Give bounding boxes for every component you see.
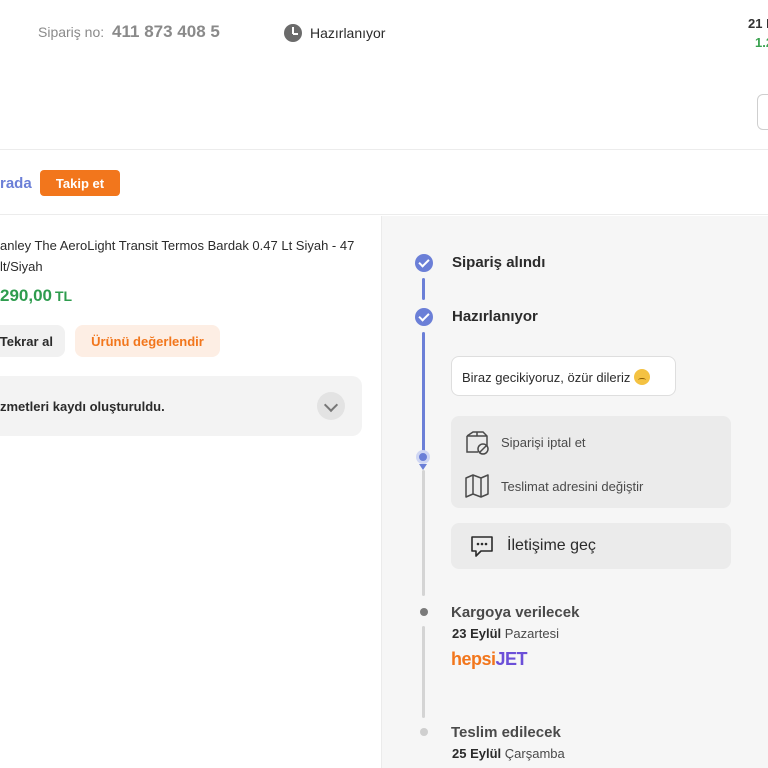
ship-date: 23 Eylül Pazartesi xyxy=(452,626,559,641)
check-icon xyxy=(415,254,433,272)
cancel-order-action[interactable]: Siparişi iptal et xyxy=(463,428,586,456)
box-cancel-icon xyxy=(466,431,489,455)
service-record-box[interactable]: zmetleri kaydı oluşturuldu. xyxy=(0,376,362,436)
order-status-text: Hazırlanıyor xyxy=(310,25,386,41)
order-number-value: 411 873 408 5 xyxy=(112,22,220,41)
carrier-logo-hepsi: hepsi xyxy=(451,649,496,669)
order-header: Sipariş no: 411 873 408 5 Hazırlanıyor 2… xyxy=(0,0,768,150)
price-currency: TL xyxy=(55,288,73,304)
service-record-text: zmetleri kaydı oluşturuldu. xyxy=(0,399,165,414)
timeline-line-pending-2 xyxy=(422,626,425,718)
carrier-logo-jet: JET xyxy=(495,649,528,669)
header-total-fragment: 1.2 xyxy=(755,35,768,50)
chevron-down-icon[interactable] xyxy=(317,392,345,420)
header-date-fragment: 21 I xyxy=(748,16,768,31)
rate-product-button[interactable]: Ürünü değerlendir xyxy=(75,325,220,357)
current-position-icon xyxy=(416,450,430,464)
clock-icon xyxy=(284,24,302,42)
timeline-line-done xyxy=(422,278,425,300)
pending-step-dot xyxy=(420,608,428,616)
change-address-action[interactable]: Teslimat adresini değiştir xyxy=(463,472,643,500)
order-number: Sipariş no: 411 873 408 5 xyxy=(38,22,220,42)
contact-button[interactable]: İletişime geç xyxy=(451,523,731,569)
timeline-line-pending xyxy=(422,470,425,596)
delivery-date: 25 Eylül Çarşamba xyxy=(452,746,565,761)
order-status: Hazırlanıyor xyxy=(284,24,385,42)
ship-date-value: 23 Eylül xyxy=(452,626,502,641)
cancel-order-label: Siparişi iptal et xyxy=(501,434,586,450)
delivery-date-value: 25 Eylül xyxy=(452,746,502,761)
carrier-logo: hepsiJET xyxy=(451,649,528,670)
seller-name[interactable]: rada xyxy=(0,175,32,192)
check-icon xyxy=(415,308,433,326)
step-to-be-delivered: Teslim edilecek xyxy=(451,724,561,741)
order-number-label: Sipariş no: xyxy=(38,24,105,40)
step-order-received: Sipariş alındı xyxy=(452,254,546,271)
product-panel: anley The AeroLight Transit Termos Barda… xyxy=(0,216,381,768)
rebuy-button[interactable]: Tekrar al xyxy=(0,325,65,357)
step-to-be-shipped: Kargoya verilecek xyxy=(451,604,580,621)
change-address-label: Teslimat adresini değiştir xyxy=(501,478,644,494)
product-price: 290,00 TL xyxy=(0,286,72,306)
step-preparing: Hazırlanıyor xyxy=(452,308,538,325)
price-value: 290,00 xyxy=(0,286,52,305)
delivery-date-day: Çarşamba xyxy=(504,746,565,761)
timeline-line-active xyxy=(422,332,425,454)
product-title[interactable]: anley The AeroLight Transit Termos Barda… xyxy=(0,235,370,277)
current-position-pointer xyxy=(419,464,427,470)
order-actions-box: Siparişi iptal et Teslimat adresini deği… xyxy=(451,416,731,508)
chat-icon xyxy=(471,536,493,557)
map-icon xyxy=(465,474,489,498)
delay-apology-message: Biraz gecikiyoruz, özür dileriz xyxy=(451,356,676,396)
sad-face-icon xyxy=(634,369,651,385)
delay-apology-text: Biraz gecikiyoruz, özür dileriz xyxy=(462,370,631,385)
header-action-button[interactable] xyxy=(757,94,768,130)
contact-label: İletişime geç xyxy=(507,537,596,554)
pending-step-dot xyxy=(420,728,428,736)
ship-date-day: Pazartesi xyxy=(504,626,559,641)
follow-seller-button[interactable]: Takip et xyxy=(40,170,120,196)
order-timeline: Sipariş alındı Hazırlanıyor Biraz geciki… xyxy=(381,216,768,768)
